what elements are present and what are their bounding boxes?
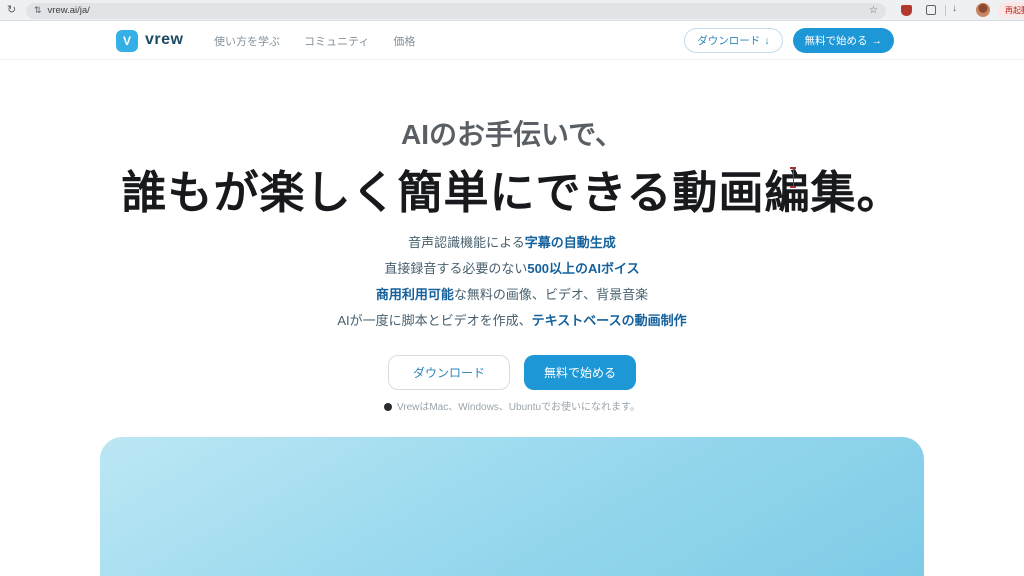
header-start-label: 無料で始める bbox=[805, 33, 868, 48]
platform-note: VrewはMac、Windows、Ubuntuでお使いになれます。 bbox=[0, 398, 1024, 413]
brand-wordmark[interactable]: vrew bbox=[145, 31, 183, 49]
feature-line-2: 直接録音する必要のない500以上のAIボイス bbox=[0, 258, 1024, 277]
adblock-extension-icon[interactable] bbox=[901, 5, 912, 16]
showcase-panel: ファイル ホーム 編集 字幕 書式 挿入 テンプレート 効果 ヘルプ プランアッ… bbox=[100, 437, 924, 576]
page: ↻ ⇅ vrew.ai/ja/ ☆ ↓ 再起動し V vrew 使い方を学ぶ コ… bbox=[0, 0, 1024, 576]
address-bar[interactable]: ⇅ vrew.ai/ja/ ☆ bbox=[26, 3, 886, 19]
text-cursor-icon bbox=[789, 167, 797, 188]
feature-2-text: 直接録音する必要のない bbox=[384, 261, 527, 276]
feature-1-highlight: 字幕の自動生成 bbox=[525, 235, 616, 250]
feature-2-highlight: 500以上のAIボイス bbox=[527, 261, 639, 276]
site-header: V vrew 使い方を学ぶ コミュニティ 価格 ダウンロード ↓ 無料で始める … bbox=[0, 22, 1024, 60]
browser-toolbar: ↻ ⇅ vrew.ai/ja/ ☆ ↓ 再起動し bbox=[0, 0, 1024, 21]
vrew-logo-icon[interactable]: V bbox=[116, 30, 138, 52]
feature-line-3: 商用利用可能な無料の画像、ビデオ、背景音楽 bbox=[0, 284, 1024, 303]
site-info-icon[interactable]: ⇅ bbox=[34, 5, 42, 16]
extension-icon[interactable] bbox=[926, 5, 936, 15]
reload-icon[interactable]: ↻ bbox=[7, 3, 16, 16]
main-nav: 使い方を学ぶ コミュニティ 価格 bbox=[214, 22, 415, 60]
header-download-button[interactable]: ダウンロード ↓ bbox=[684, 28, 782, 53]
browser-profile-avatar[interactable] bbox=[976, 3, 990, 17]
feature-4-highlight: テキストベースの動画制作 bbox=[532, 313, 687, 328]
feature-3-highlight: 商用利用可能 bbox=[376, 287, 454, 302]
nav-item-learn[interactable]: 使い方を学ぶ bbox=[214, 33, 280, 49]
bookmark-star-icon[interactable]: ☆ bbox=[869, 5, 878, 16]
header-download-label: ダウンロード bbox=[697, 33, 760, 48]
header-start-free-button[interactable]: 無料で始める → bbox=[793, 28, 895, 53]
hero-start-free-button[interactable]: 無料で始める bbox=[524, 355, 636, 390]
downloads-icon[interactable]: ↓ bbox=[952, 3, 957, 14]
hero-eyebrow: AIのお手伝いで、 bbox=[0, 113, 1024, 153]
arrow-right-icon: → bbox=[872, 35, 883, 47]
feature-line-1: 音声認識機能による字幕の自動生成 bbox=[0, 232, 1024, 251]
feature-4-text: AIが一度に脚本とビデオを作成、 bbox=[337, 313, 531, 328]
nav-item-pricing[interactable]: 価格 bbox=[393, 33, 415, 49]
hero-download-button[interactable]: ダウンロード bbox=[388, 355, 510, 390]
url-text[interactable]: vrew.ai/ja/ bbox=[48, 5, 869, 16]
feature-line-4: AIが一度に脚本とビデオを作成、テキストベースの動画制作 bbox=[0, 310, 1024, 329]
download-icon: ↓ bbox=[764, 35, 769, 47]
hero-title: 誰もが楽しく簡単にできる動画編集。 bbox=[0, 156, 1024, 221]
browser-restart-chip[interactable]: 再起動し bbox=[998, 2, 1024, 18]
platform-dot-icon bbox=[384, 403, 392, 411]
nav-item-community[interactable]: コミュニティ bbox=[304, 33, 369, 49]
feature-1-text: 音声認識機能による bbox=[408, 235, 525, 250]
toolbar-divider bbox=[945, 5, 946, 16]
